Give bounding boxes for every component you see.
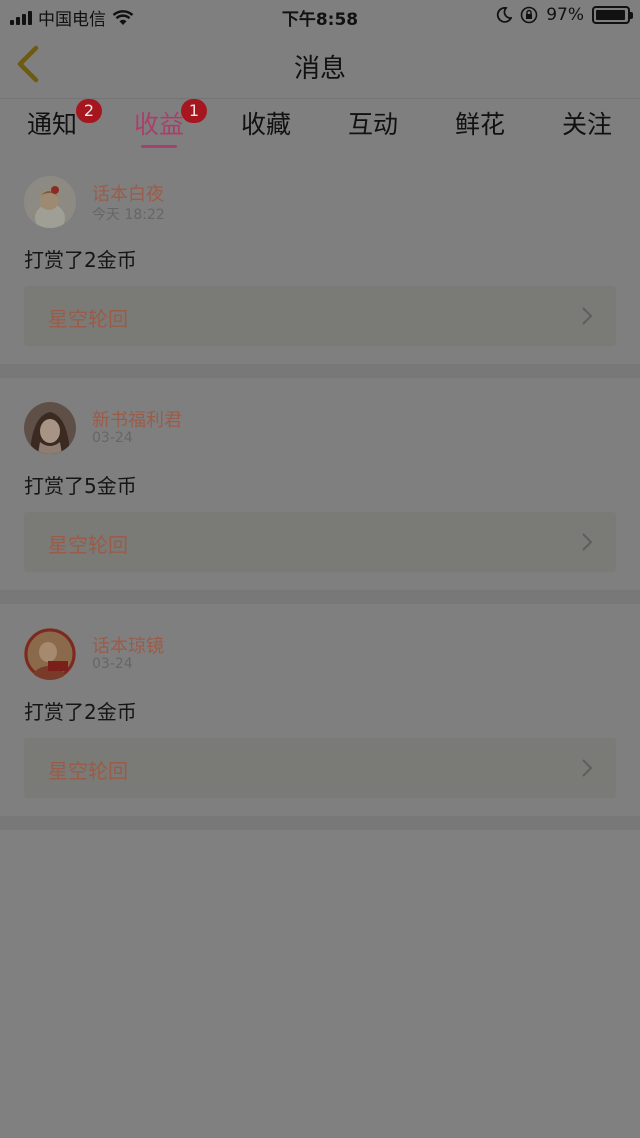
list-item: 新书福利君 03-24 打赏了5金币 星空轮回: [0, 378, 640, 590]
tab-following[interactable]: 关注: [537, 105, 637, 141]
avatar[interactable]: [24, 628, 76, 680]
tab-flowers[interactable]: 鲜花: [430, 105, 530, 141]
unread-badge: 1: [181, 99, 207, 123]
message-time: 03-24: [92, 656, 133, 672]
book-link[interactable]: 星空轮回: [24, 512, 616, 572]
divider: [0, 816, 640, 830]
message-time: 03-24: [92, 430, 133, 446]
tab-label: 收益: [133, 110, 184, 139]
message-list: 话本白夜 今天 18:22 打赏了2金币 星空轮回 新书福利君 03-24 打赏…: [0, 152, 640, 830]
list-item: 话本白夜 今天 18:22 打赏了2金币 星空轮回: [0, 152, 640, 364]
tab-label: 鲜花: [454, 110, 505, 139]
message-text: 打赏了2金币: [24, 248, 137, 272]
unread-badge: 2: [76, 99, 102, 123]
tab-label: 收藏: [240, 110, 291, 139]
tab-label: 通知: [26, 110, 77, 139]
avatar[interactable]: [24, 176, 76, 228]
book-title: 星空轮回: [48, 533, 128, 557]
tab-label: 互动: [347, 110, 398, 139]
divider: [0, 590, 640, 604]
battery-level: [596, 10, 626, 20]
tab-favorites[interactable]: 收藏: [216, 105, 316, 141]
battery-icon: [592, 6, 633, 24]
battery-percent: 97%: [546, 5, 584, 25]
moon-icon: [497, 7, 513, 23]
book-link[interactable]: 星空轮回: [24, 738, 616, 798]
book-link[interactable]: 星空轮回: [24, 286, 616, 346]
active-tab-indicator: [141, 145, 177, 148]
chevron-right-icon: [582, 759, 593, 777]
user-name[interactable]: 新书福利君: [92, 406, 182, 432]
chevron-right-icon: [582, 307, 593, 325]
avatar[interactable]: [24, 402, 76, 454]
user-name[interactable]: 话本白夜: [92, 180, 164, 206]
message-time: 今天 18:22: [92, 207, 165, 223]
user-name[interactable]: 话本琼镜: [92, 632, 164, 658]
page-title: 消息: [293, 54, 346, 84]
status-right: 97%: [496, 5, 633, 25]
tab-interactions[interactable]: 互动: [323, 105, 423, 141]
status-bar: 中国电信 下午8:58 97%: [0, 0, 640, 32]
nav-bar: 消息: [0, 32, 640, 98]
tab-label: 关注: [561, 110, 612, 139]
tab-earnings[interactable]: 收益 1: [109, 99, 209, 148]
list-item: 话本琼镜 03-24 打赏了2金币 星空轮回: [0, 604, 640, 816]
tab-notifications[interactable]: 通知 2: [2, 99, 102, 141]
message-text: 打赏了5金币: [24, 474, 137, 498]
chevron-right-icon: [582, 533, 593, 551]
rotation-lock-icon: [520, 6, 538, 24]
tab-bar: 通知 2 收益 1 收藏 互动 鲜花 关注: [0, 98, 640, 152]
book-title: 星空轮回: [48, 307, 128, 331]
divider: [0, 364, 640, 378]
book-title: 星空轮回: [48, 759, 128, 783]
message-text: 打赏了2金币: [24, 700, 137, 724]
